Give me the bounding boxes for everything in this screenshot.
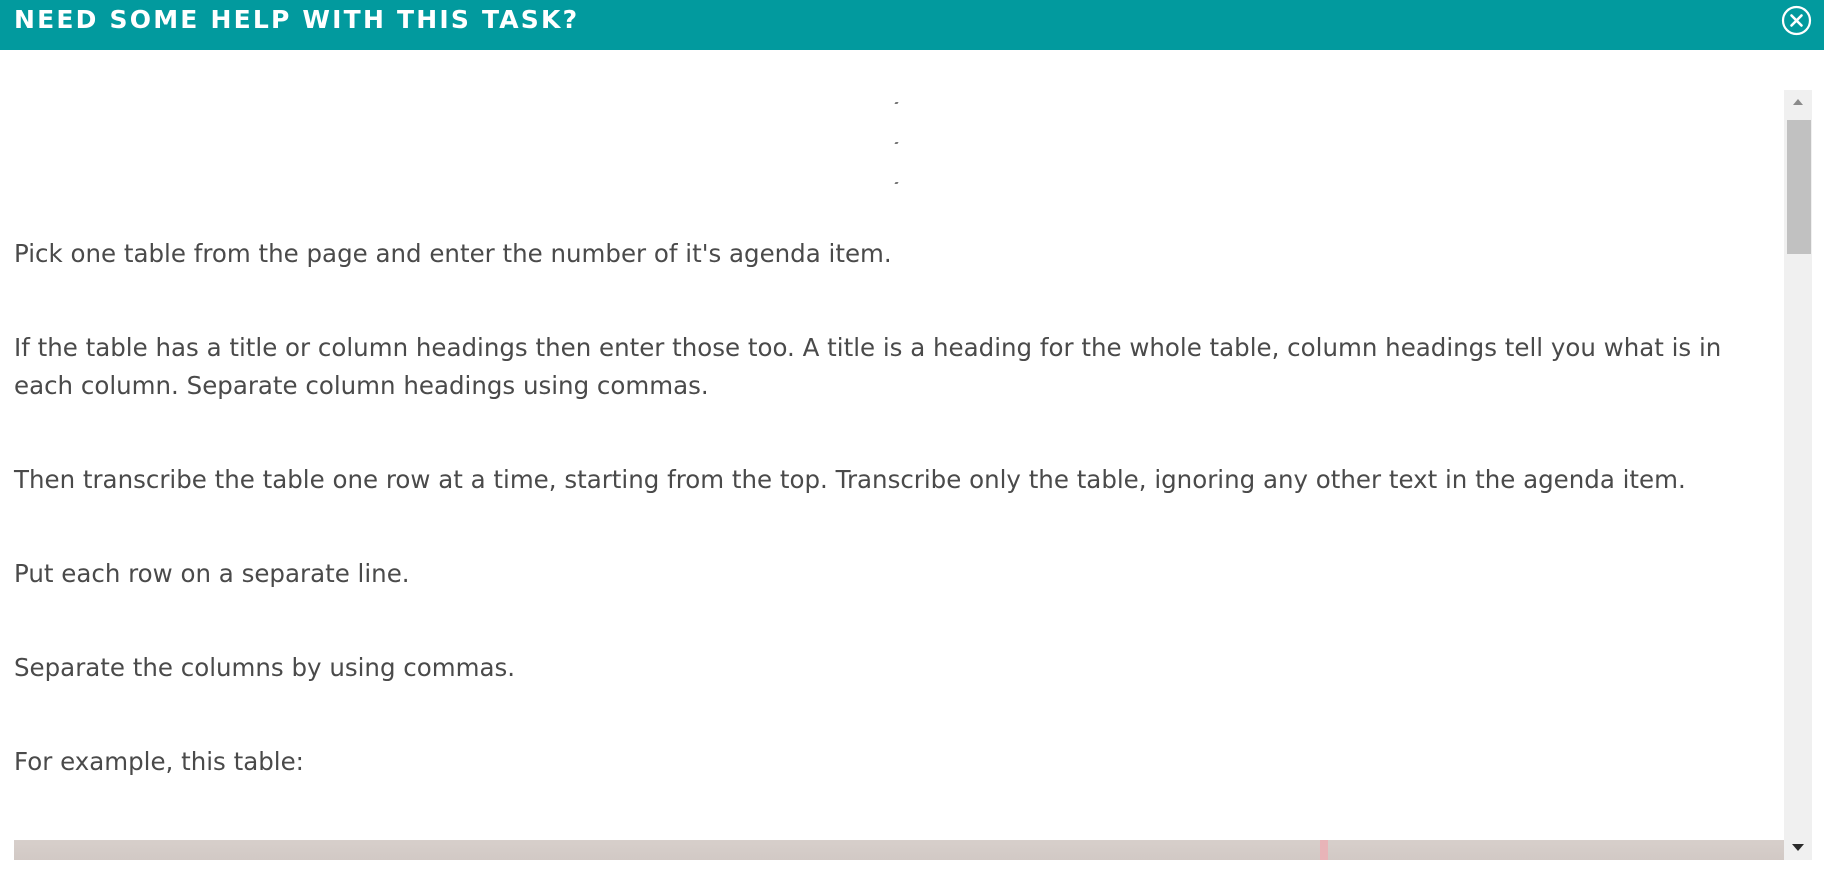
example-image-detail [1320,840,1328,860]
triangle-down-icon [1792,844,1804,851]
vertical-scrollbar[interactable] [1784,90,1812,860]
decorative-mark [894,182,899,184]
scroll-down-button[interactable] [1784,836,1812,860]
close-button[interactable] [1781,5,1812,36]
modal-header: NEED SOME HELP WITH THIS TASK? [0,0,1824,50]
instruction-paragraph: Separate the columns by using commas. [14,653,516,682]
instruction-paragraph: Pick one table from the page and enter t… [14,239,892,268]
triangle-up-icon [1793,99,1803,105]
decorative-mark [894,102,899,104]
help-modal: NEED SOME HELP WITH THIS TASK? Pick one … [0,0,1824,870]
scroll-up-button[interactable] [1784,90,1812,114]
modal-title: NEED SOME HELP WITH THIS TASK? [14,5,580,34]
decorative-mark [894,142,899,144]
instruction-paragraph: If the table has a title or column headi… [14,333,1722,400]
close-circle-icon [1781,5,1812,36]
instruction-paragraph: Then transcribe the table one row at a t… [14,465,1686,494]
scroll-thumb[interactable] [1787,120,1811,254]
example-table-image [14,840,1784,860]
help-content: Pick one table from the page and enter t… [0,90,1784,860]
instruction-paragraph: For example, this table: [14,747,304,776]
instruction-paragraph: Put each row on a separate line. [14,559,410,588]
